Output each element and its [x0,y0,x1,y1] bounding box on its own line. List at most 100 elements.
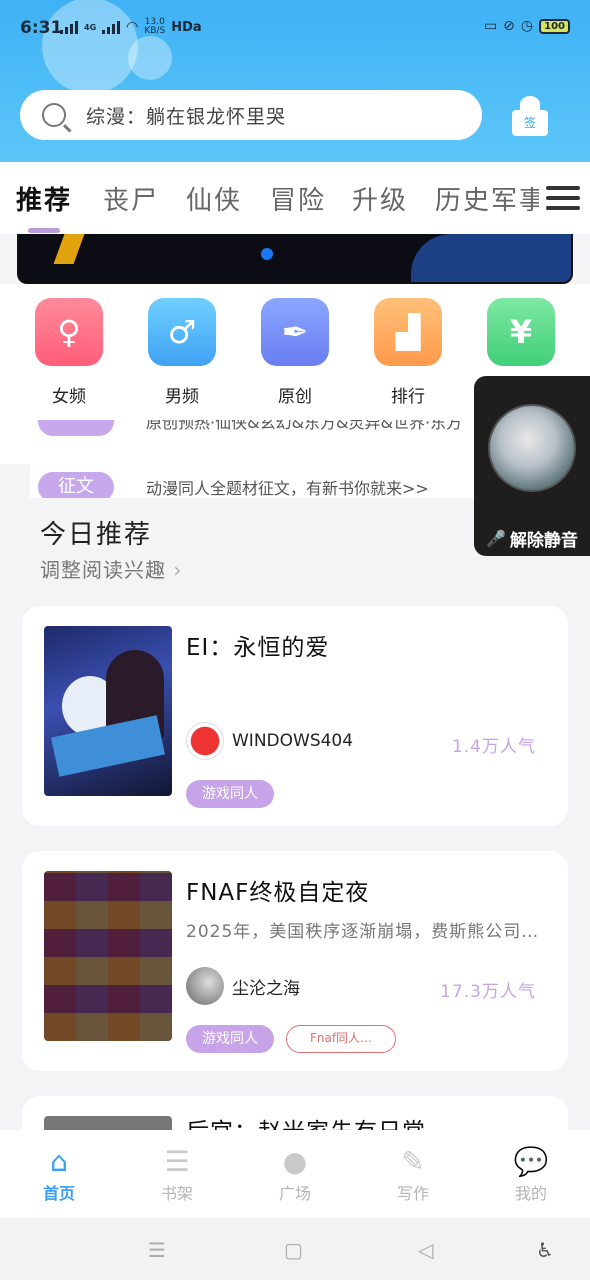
notice-text: 原创预热·仙侠&玄幻&东方&灵异&世界·东方 [146,420,463,432]
tab-menu-icon[interactable] [546,182,580,216]
category-male[interactable]: ♂ 男频 [148,298,216,407]
genre-tag[interactable]: 游戏同人 [186,780,274,808]
unmute-label: 解除静音 [509,531,578,551]
nav-home[interactable]: ⌂ 首页 [19,1144,99,1204]
tab-levelup[interactable]: 升级 [352,180,408,217]
category-female[interactable]: ♀ 女频 [35,298,103,407]
nav-label: 广场 [278,1184,311,1203]
network-speed: 13.0 KB/S [144,18,165,36]
bookshelf-icon: ☰ [164,1144,190,1178]
book-title: FNAF终极自定夜 [186,880,370,906]
back-icon[interactable]: ◁ [418,1238,433,1262]
notice-item[interactable]: 征文 动漫同人全题材征文，有新书你就来>> [38,472,429,498]
carousel-dot [261,248,273,260]
book-tags: 游戏同人 [186,780,274,808]
banner-art [411,234,571,282]
banner-art [53,234,85,264]
author-name: 尘沦之海 [232,978,300,999]
tab-recommend[interactable]: 推荐 [16,180,72,217]
female-icon: ♀ [35,298,103,366]
tab-zombie[interactable]: 丧尸 [103,180,159,217]
book-description: 2025年，美国秩序逐渐崩塌，费斯熊公司… [186,922,540,942]
nav-write[interactable]: ✎ 写作 [373,1144,453,1204]
book-cover[interactable] [44,626,172,796]
author-avatar [186,722,224,760]
home-button-icon[interactable]: ▢ [284,1238,303,1262]
notice-tag [38,420,114,436]
author-avatar [186,967,224,1005]
network-type: 4G [84,22,97,32]
banner-carousel[interactable] [17,234,573,284]
genre-tag[interactable]: 游戏同人 [186,1025,274,1053]
nav-label: 写作 [396,1184,429,1203]
nav-plaza[interactable]: ● 广场 [255,1144,335,1204]
nav-label: 我的 [514,1184,547,1203]
nav-label: 首页 [42,1184,75,1203]
notice-tag: 征文 [38,472,114,498]
audio-avatar[interactable] [488,404,576,492]
category-label: 男频 [165,387,199,407]
signal-icon [102,20,121,34]
nav-bookshelf[interactable]: ☰ 书架 [137,1144,217,1204]
book-title: EI：永恒的爱 [186,635,330,661]
wifi-icon: ◠ [126,19,139,35]
tab-xianxia[interactable]: 仙侠 [186,180,242,217]
male-icon: ♂ [148,298,216,366]
adjust-interest-label: 调整阅读兴趣 [40,558,166,582]
book-tags: 游戏同人 Fnaf同人… [186,1025,396,1053]
book-author[interactable]: WINDOWS404 [186,722,353,760]
popularity: 17.3万人气 [440,982,536,1002]
pencil-icon: ✎ [401,1144,425,1178]
planet-icon: ● [282,1144,308,1178]
nav-label: 书架 [160,1184,193,1203]
search-icon [42,103,66,127]
home-icon: ⌂ [50,1144,68,1178]
author-name: WINDOWS404 [232,731,354,751]
book-author[interactable]: 尘沦之海 [186,967,300,1005]
book-card[interactable]: FNAF终极自定夜 2025年，美国秩序逐渐崩塌，费斯熊公司… 尘沦之海 17.… [22,851,568,1071]
alarm-icon: ◷ [520,18,534,34]
search-placeholder: 综漫：躺在银龙怀里哭 [86,105,287,128]
book-cover[interactable] [44,871,172,1041]
tab-history-military[interactable]: 历史军事 [435,180,539,217]
category-original[interactable]: ✒ 原创 [261,298,329,407]
notice-ticker[interactable]: 原创预热·仙侠&玄幻&东方&灵异&世界·东方 征文 动漫同人全题材征文，有新书你… [30,420,480,498]
category-ranking[interactable]: ▟ 排行 [374,298,442,407]
active-tab-indicator [28,228,60,233]
notice-text: 动漫同人全题材征文，有新书你就来>> [146,479,429,498]
category-label: 女频 [52,387,86,407]
cover-art [44,871,172,1041]
notice-item[interactable]: 原创预热·仙侠&玄幻&东方&灵异&世界·东方 [38,420,462,436]
battery-indicator: 100 [539,18,570,34]
status-network: 4G ◠ 13.0 KB/S HDa [60,18,202,36]
mute-icon: ⊘ [503,18,515,34]
bottom-navigation: ⌂ 首页 ☰ 书架 ● 广场 ✎ 写作 💬 我的 [0,1130,590,1218]
check-in-button[interactable]: 签 [508,96,552,136]
cast-icon: ▭ [483,18,498,34]
muted-mic-icon: 🎤 [486,529,506,548]
chevron-right-icon: › [173,558,183,582]
book-card[interactable]: EI：永恒的爱 WINDOWS404 1.4万人气 游戏同人 [22,606,568,826]
hd-indicator: HDa [171,19,202,35]
pen-nib-icon: ✒ [261,298,329,366]
podium-icon: ▟ [374,298,442,366]
speed-unit: KB/S [144,26,166,36]
floating-audio-panel[interactable]: 🎤 解除静音 [474,376,590,556]
accessibility-icon[interactable]: ♿ [536,1238,554,1262]
category-tabs: 推荐 丧尸 仙侠 冒险 升级 历史军事 [0,162,590,234]
signal-icon [60,20,78,34]
adjust-interest-link[interactable]: 调整阅读兴趣 › [40,554,182,583]
chat-bubble-icon: 💬 [513,1144,549,1178]
recent-apps-icon[interactable]: ☰ [148,1238,166,1262]
unmute-button[interactable]: 🎤 解除静音 [486,526,578,551]
genre-tag[interactable]: Fnaf同人… [286,1025,396,1053]
system-navigation-bar: ☰ ▢ ◁ ♿ [0,1218,590,1280]
check-in-label: 签 [512,110,548,136]
category-label: 原创 [278,387,312,407]
status-time: 6:31 [20,18,63,38]
yuan-icon: ¥ [487,298,555,366]
search-bar[interactable]: 综漫：躺在银龙怀里哭 [20,90,482,140]
tab-adventure[interactable]: 冒险 [270,180,326,217]
nav-mine[interactable]: 💬 我的 [491,1144,571,1204]
category-paid[interactable]: ¥ [487,298,555,382]
